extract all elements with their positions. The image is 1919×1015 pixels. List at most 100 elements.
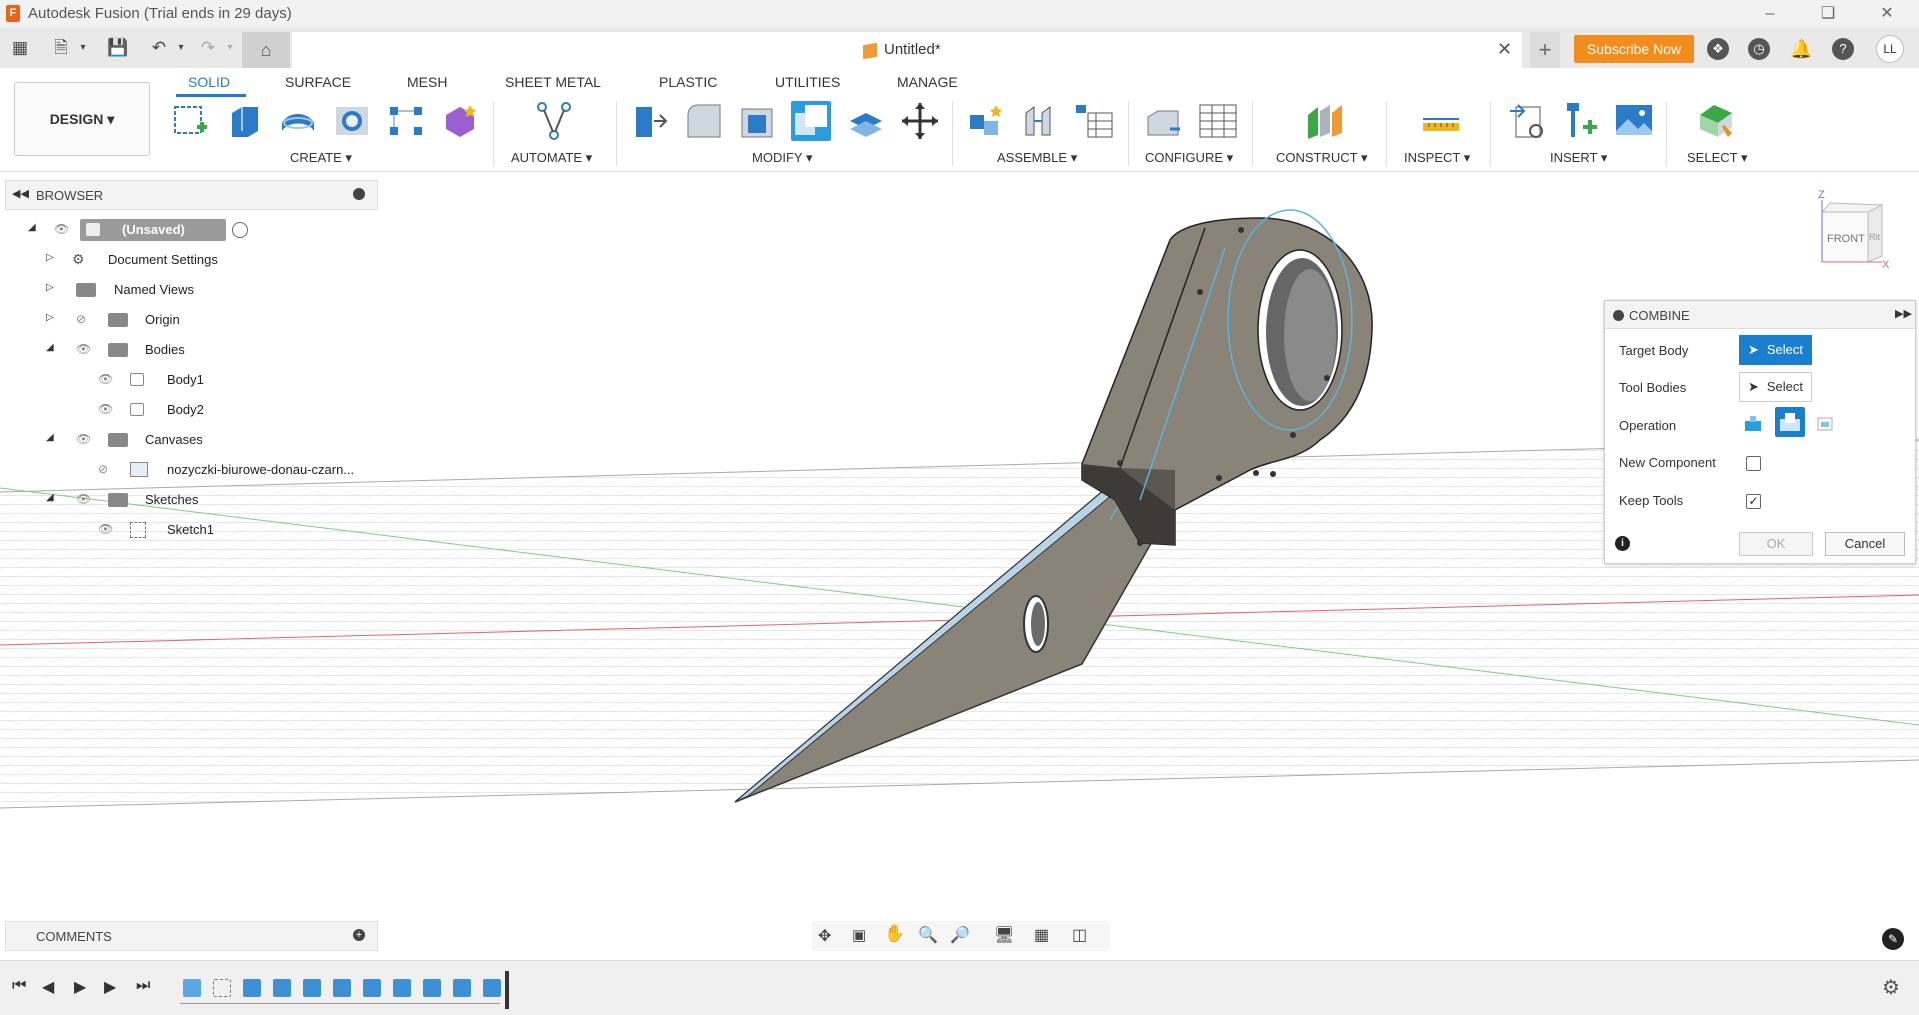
redo-icon[interactable]: ↷ — [197, 37, 219, 59]
step-forward-icon[interactable]: ▶ — [104, 977, 116, 997]
new-tab-plus-icon[interactable]: + — [1530, 32, 1560, 68]
offset-face-icon[interactable] — [846, 101, 886, 141]
timeline-sketch-feature[interactable] — [213, 979, 231, 997]
tab-solid[interactable]: SOLID — [188, 74, 230, 90]
grid-settings-icon[interactable]: ▦ — [1034, 925, 1049, 945]
close-tab-icon[interactable]: ✕ — [1497, 39, 1512, 60]
collapse-browser-icon[interactable]: ◀◀ — [12, 187, 29, 200]
new-component-icon[interactable] — [966, 101, 1006, 141]
collapsed-triangle-icon[interactable]: ▷ — [46, 282, 54, 293]
job-status-icon[interactable]: ◷ — [1748, 38, 1770, 60]
expanded-triangle-icon[interactable]: ◢ — [46, 432, 54, 443]
workspace-switcher-button[interactable]: DESIGN ▾ — [14, 82, 150, 156]
expand-dialog-icon[interactable]: ▶▶ — [1895, 307, 1912, 320]
timeline-feature[interactable] — [333, 979, 351, 997]
tree-item-body1[interactable]: 👁 Body1 — [96, 368, 226, 392]
undo-icon[interactable]: ↶ — [148, 37, 170, 59]
extensions-icon[interactable]: ❖ — [1707, 38, 1729, 60]
look-at-icon[interactable]: ▣ — [852, 926, 866, 944]
tab-surface[interactable]: SURFACE — [285, 74, 351, 90]
joint-icon[interactable] — [1020, 101, 1060, 141]
browser-options-icon[interactable] — [353, 188, 365, 200]
operation-intersect-icon[interactable] — [1815, 413, 1835, 433]
expanded-triangle-icon[interactable]: ◢ — [46, 492, 54, 503]
restore-icon[interactable]: ❏ — [1813, 2, 1843, 26]
collapsed-triangle-icon[interactable]: ▷ — [46, 312, 54, 323]
step-back-icon[interactable]: ◀ — [42, 977, 54, 997]
expanded-triangle-icon[interactable]: ◢ — [28, 222, 36, 233]
notifications-bell-icon[interactable]: 🔔 — [1790, 38, 1812, 60]
insert-mcmaster-icon[interactable] — [1561, 101, 1601, 141]
tree-item-body2[interactable]: 👁 Body2 — [96, 398, 226, 422]
automate-group-label[interactable]: AUTOMATE ▾ — [511, 150, 592, 166]
collapse-dialog-icon[interactable] — [1613, 310, 1624, 321]
chevron-down-icon[interactable]: ▾ — [72, 37, 94, 59]
go-to-start-icon[interactable]: ⏮ — [12, 977, 26, 995]
visibility-eye-icon[interactable]: 👁 — [98, 522, 116, 536]
insert-group-label[interactable]: INSERT ▾ — [1550, 150, 1607, 166]
timeline-feature[interactable] — [483, 979, 501, 997]
timeline-feature[interactable] — [393, 979, 411, 997]
file-menu-icon[interactable]: 🗎 — [50, 37, 72, 59]
fillet-icon[interactable] — [684, 101, 724, 141]
viewports-icon[interactable]: ◫ — [1072, 925, 1087, 945]
tab-plastic[interactable]: PLASTIC — [659, 74, 717, 90]
info-icon[interactable]: i — [1615, 536, 1630, 551]
timeline-feature[interactable] — [423, 979, 441, 997]
timeline-marker[interactable] — [505, 971, 509, 1009]
timeline-feature[interactable] — [453, 979, 471, 997]
operation-cut-icon[interactable] — [1775, 407, 1805, 437]
visibility-eye-icon[interactable]: 👁 — [76, 342, 94, 356]
user-avatar[interactable]: LL — [1876, 35, 1904, 63]
tree-item-root[interactable]: ◢ 👁 (Unsaved) — [24, 218, 264, 242]
visibility-eye-icon[interactable]: 👁 — [76, 432, 94, 446]
extrude-icon[interactable] — [224, 101, 264, 141]
hole-icon[interactable] — [332, 101, 372, 141]
home-icon[interactable]: ⌂ — [242, 32, 290, 68]
insert-canvas-icon[interactable] — [1614, 101, 1654, 141]
tree-item-bodies[interactable]: ◢ 👁 Bodies — [42, 338, 242, 362]
create-sketch-icon[interactable] — [171, 101, 211, 141]
modify-group-label[interactable]: MODIFY ▾ — [752, 150, 812, 166]
shell-icon[interactable] — [738, 101, 778, 141]
timeline-feature[interactable] — [363, 979, 381, 997]
tool-bodies-select-button[interactable]: ➤ Select — [1739, 372, 1812, 402]
new-component-checkbox[interactable] — [1746, 456, 1761, 471]
inspect-group-label[interactable]: INSPECT ▾ — [1404, 150, 1470, 166]
visibility-eye-icon[interactable]: 👁 — [76, 492, 94, 506]
collapsed-triangle-icon[interactable]: ▷ — [46, 252, 54, 263]
tree-item-sketch1[interactable]: 👁 Sketch1 — [96, 518, 226, 542]
tree-item-origin[interactable]: ▷ ⊘ Origin — [42, 308, 242, 332]
construct-group-label[interactable]: CONSTRUCT ▾ — [1276, 150, 1368, 166]
fit-icon[interactable]: 🔎 — [950, 925, 970, 945]
configuration-table-icon[interactable] — [1198, 101, 1238, 141]
subscribe-now-button[interactable]: Subscribe Now — [1574, 35, 1694, 63]
press-pull-icon[interactable] — [630, 101, 670, 141]
zoom-icon[interactable]: 🔍 — [918, 925, 938, 945]
visibility-eye-icon[interactable]: 👁 — [54, 222, 72, 236]
select-icon[interactable] — [1696, 101, 1736, 141]
minimize-icon[interactable]: – — [1755, 2, 1785, 26]
close-window-icon[interactable]: ✕ — [1872, 2, 1902, 26]
tree-item-canvases[interactable]: ◢ 👁 Canvases — [42, 428, 242, 452]
operation-join-icon[interactable] — [1743, 413, 1763, 433]
save-icon[interactable]: 💾 — [107, 37, 129, 59]
display-settings-icon[interactable]: 🖥 — [994, 925, 1014, 945]
bill-of-materials-icon[interactable] — [1074, 101, 1114, 141]
pattern-icon[interactable] — [386, 101, 426, 141]
measure-icon[interactable] — [1421, 101, 1461, 141]
form-icon[interactable] — [440, 101, 480, 141]
go-to-end-icon[interactable]: ⏭ — [136, 977, 150, 995]
hidden-eye-icon[interactable]: ⊘ — [98, 462, 116, 476]
revolve-icon[interactable] — [278, 101, 318, 141]
tab-mesh[interactable]: MESH — [407, 74, 447, 90]
document-tab[interactable]: Untitled* ✕ — [292, 32, 1522, 68]
create-group-label[interactable]: CREATE ▾ — [290, 150, 352, 166]
combine-icon[interactable] — [791, 101, 831, 141]
timeline-feature[interactable] — [243, 979, 261, 997]
add-comment-icon[interactable]: + — [353, 929, 365, 941]
assemble-group-label[interactable]: ASSEMBLE ▾ — [997, 150, 1077, 166]
tree-item-named-views[interactable]: ▷ Named Views — [42, 278, 242, 302]
ok-button[interactable]: OK — [1739, 532, 1813, 556]
select-group-label[interactable]: SELECT ▾ — [1687, 150, 1747, 166]
